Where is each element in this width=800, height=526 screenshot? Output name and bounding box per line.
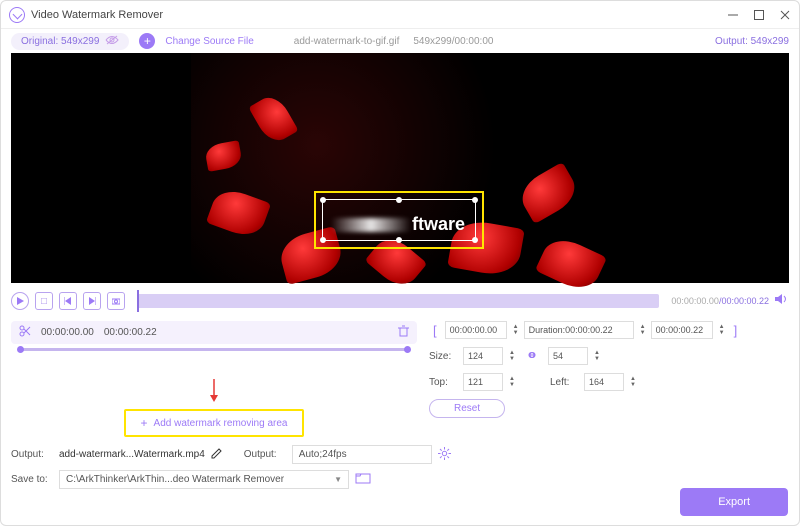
output-filename: add-watermark...Watermark.mp4: [59, 449, 205, 460]
playback-timeline[interactable]: [137, 294, 659, 308]
watermark-text: ftware: [412, 214, 465, 235]
maximize-button[interactable]: [753, 9, 765, 21]
watermark-blur: [331, 218, 411, 232]
width-input[interactable]: 124: [463, 347, 503, 365]
edit-filename-button[interactable]: [211, 448, 222, 462]
output-format-input[interactable]: Auto;24fps: [292, 445, 432, 464]
output-size-label: Output: 549x299: [715, 36, 789, 47]
saveto-path: C:\ArkThinker\ArkThin...deo Watermark Re…: [66, 474, 284, 485]
play-button[interactable]: [11, 292, 29, 310]
time-elapsed: 00:00:00.00: [671, 296, 719, 306]
reset-button[interactable]: Reset: [429, 399, 505, 418]
saveto-label: Save to:: [11, 474, 53, 485]
playback-controls: 00:00:00.00/00:00:00.22: [11, 287, 789, 315]
playback-timestamps: 00:00:00.00/00:00:00.22: [671, 296, 769, 306]
original-size-label: Original: 549x299: [21, 36, 99, 47]
chevron-down-icon[interactable]: ▼: [334, 475, 342, 484]
close-button[interactable]: [779, 9, 791, 21]
add-area-label: Add watermark removing area: [154, 418, 288, 429]
output-settings: Output: add-watermark...Watermark.mp4 Ou…: [11, 445, 789, 489]
range-duration-spinner[interactable]: ▲▼: [639, 324, 647, 336]
app-title: Video Watermark Remover: [31, 9, 713, 21]
volume-icon[interactable]: [775, 292, 789, 310]
range-duration-input[interactable]: Duration:00:00:00.22: [524, 321, 634, 339]
size-label: Size:: [429, 351, 459, 362]
link-aspect-icon[interactable]: [526, 350, 538, 363]
watermark-selection-box[interactable]: ftware: [314, 191, 484, 249]
saveto-path-input[interactable]: C:\ArkThinker\ArkThin...deo Watermark Re…: [59, 470, 349, 489]
playhead[interactable]: [137, 290, 139, 312]
source-meta: 549x299/00:00:00: [413, 36, 493, 47]
top-label: Top:: [429, 377, 459, 388]
original-size-badge: Original: 549x299: [11, 33, 129, 50]
output-label: Output:: [11, 449, 53, 460]
range-end-bracket[interactable]: ]: [730, 323, 742, 338]
range-start-bracket[interactable]: [: [429, 323, 441, 338]
add-watermark-area-button[interactable]: + Add watermark removing area: [124, 409, 304, 437]
output-settings-button[interactable]: [438, 447, 451, 463]
left-label: Left:: [550, 377, 580, 388]
scissors-icon: [19, 325, 31, 340]
left-input[interactable]: 164: [584, 373, 624, 391]
prev-frame-button[interactable]: [59, 292, 77, 310]
time-total: 00:00:00.22: [721, 296, 769, 306]
plus-icon: +: [141, 416, 148, 430]
left-spinner[interactable]: ▲▼: [629, 376, 637, 388]
top-spinner[interactable]: ▲▼: [508, 376, 516, 388]
output-format-label: Output:: [244, 449, 286, 460]
add-source-button[interactable]: +: [139, 33, 155, 49]
segment-item[interactable]: 00:00:00.00 00:00:00.22: [11, 321, 417, 344]
app-logo-icon: [9, 7, 25, 23]
top-input[interactable]: 121: [463, 373, 503, 391]
properties-panel: [ 00:00:00.00 ▲▼ Duration:00:00:00.22 ▲▼…: [429, 321, 789, 437]
infobar: Original: 549x299 + Change Source File a…: [1, 29, 799, 53]
video-preview[interactable]: ftware: [11, 53, 789, 283]
segments-panel: 00:00:00.00 00:00:00.22 + Add watermark …: [11, 321, 417, 437]
source-filename: add-watermark-to-gif.gif: [294, 36, 400, 47]
change-source-link[interactable]: Change Source File: [165, 36, 253, 47]
range-start-input[interactable]: 00:00:00.00: [445, 321, 507, 339]
width-spinner[interactable]: ▲▼: [508, 350, 516, 362]
range-start-spinner[interactable]: ▲▼: [512, 324, 520, 336]
segment-end: 00:00:00.22: [104, 327, 157, 338]
minimize-button[interactable]: [727, 9, 739, 21]
browse-folder-button[interactable]: [355, 472, 371, 487]
height-spinner[interactable]: ▲▼: [593, 350, 601, 362]
range-end-input[interactable]: 00:00:00.22: [651, 321, 713, 339]
visibility-icon[interactable]: [105, 35, 119, 48]
segment-start: 00:00:00.00: [41, 327, 94, 338]
height-input[interactable]: 54: [548, 347, 588, 365]
segment-track[interactable]: [19, 348, 409, 351]
stop-button[interactable]: [35, 292, 53, 310]
snapshot-button[interactable]: [107, 292, 125, 310]
export-button[interactable]: Export: [680, 488, 788, 516]
hint-arrow-icon: [11, 379, 417, 407]
next-frame-button[interactable]: [83, 292, 101, 310]
range-end-spinner[interactable]: ▲▼: [718, 324, 726, 336]
delete-segment-button[interactable]: [398, 325, 409, 340]
titlebar: Video Watermark Remover: [1, 1, 799, 29]
